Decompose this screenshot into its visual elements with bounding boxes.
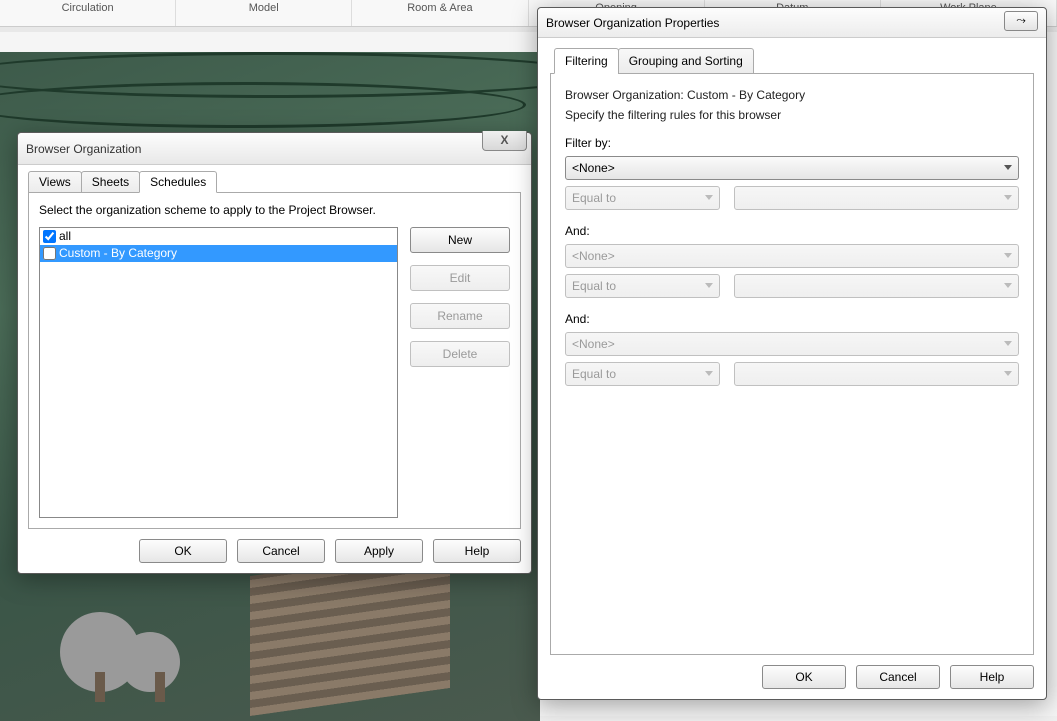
delete-button[interactable]: Delete (410, 341, 510, 367)
chevron-down-icon (1004, 253, 1012, 258)
scheme-label: all (59, 228, 71, 245)
filter-by-combo-3[interactable]: <None> (565, 332, 1019, 356)
value-combo-2[interactable] (734, 274, 1019, 298)
dialog-body: Filtering Grouping and Sorting Browser O… (538, 38, 1046, 699)
scheme-checkbox[interactable] (43, 247, 56, 260)
help-button[interactable]: Help (433, 539, 521, 563)
instruction-text: Select the organization scheme to apply … (39, 203, 510, 217)
combo-value: Equal to (572, 367, 616, 381)
chevron-down-icon (705, 283, 713, 288)
tab-sheets[interactable]: Sheets (81, 171, 140, 193)
combo-value: <None> (572, 337, 615, 351)
cancel-button[interactable]: Cancel (237, 539, 325, 563)
tabs: Filtering Grouping and Sorting (554, 48, 1034, 74)
tab-views[interactable]: Views (28, 171, 82, 193)
chevron-down-icon (1004, 165, 1012, 170)
cancel-button[interactable]: Cancel (856, 665, 940, 689)
dialog-title: Browser Organization Properties (546, 16, 719, 30)
edit-button[interactable]: Edit (410, 265, 510, 291)
tab-panel: Browser Organization: Custom - By Catego… (550, 73, 1034, 655)
scheme-checkbox[interactable] (43, 230, 56, 243)
tab-grouping-sorting[interactable]: Grouping and Sorting (618, 48, 754, 74)
combo-value: <None> (572, 249, 615, 263)
chevron-down-icon (1004, 371, 1012, 376)
scheme-list[interactable]: all Custom - By Category (39, 227, 398, 518)
chevron-down-icon (1004, 283, 1012, 288)
dialog-footer: OK Cancel Apply Help (28, 529, 521, 563)
ribbon-group-circulation: Circulation (0, 0, 176, 26)
value-combo-3[interactable] (734, 362, 1019, 386)
combo-value: Equal to (572, 191, 616, 205)
filter-by-combo-2[interactable]: <None> (565, 244, 1019, 268)
tabs: Views Sheets Schedules (28, 171, 521, 193)
combo-value: Equal to (572, 279, 616, 293)
dialog-titlebar[interactable]: Browser Organization Properties ⤳ (538, 8, 1046, 38)
ribbon-group-model: Model (176, 0, 352, 26)
subheading-text: Specify the filtering rules for this bro… (565, 108, 1019, 122)
help-button[interactable]: Help (950, 665, 1034, 689)
browser-organization-properties-dialog: Browser Organization Properties ⤳ Filter… (537, 7, 1047, 700)
filter-row: Equal to (565, 362, 1019, 386)
filter-row: Equal to (565, 274, 1019, 298)
dialog-body: Views Sheets Schedules Select the organi… (18, 165, 531, 573)
chevron-down-icon (705, 195, 713, 200)
new-button[interactable]: New (410, 227, 510, 253)
chevron-down-icon (1004, 195, 1012, 200)
filter-by-label: Filter by: (565, 136, 1019, 150)
tree-icon (120, 632, 180, 692)
rename-button[interactable]: Rename (410, 303, 510, 329)
scheme-label: Custom - By Category (59, 245, 177, 262)
dialog-titlebar[interactable]: Browser Organization X (18, 133, 531, 165)
tab-panel: Select the organization scheme to apply … (28, 192, 521, 529)
ok-button[interactable]: OK (762, 665, 846, 689)
browser-organization-dialog: Browser Organization X Views Sheets Sche… (17, 132, 532, 574)
chevron-down-icon (705, 371, 713, 376)
operator-combo-1[interactable]: Equal to (565, 186, 720, 210)
tab-schedules[interactable]: Schedules (139, 171, 217, 193)
close-button[interactable]: X (482, 131, 527, 151)
filter-row: Equal to (565, 186, 1019, 210)
operator-combo-2[interactable]: Equal to (565, 274, 720, 298)
filter-by-combo-1[interactable]: <None> (565, 156, 1019, 180)
dialog-title: Browser Organization (26, 142, 523, 156)
operator-combo-3[interactable]: Equal to (565, 362, 720, 386)
apply-button[interactable]: Apply (335, 539, 423, 563)
value-combo-1[interactable] (734, 186, 1019, 210)
and-label-1: And: (565, 224, 1019, 238)
close-button[interactable]: ⤳ (1004, 11, 1038, 31)
dialog-footer: OK Cancel Help (550, 655, 1034, 689)
heading-text: Browser Organization: Custom - By Catego… (565, 88, 1019, 102)
tab-filtering[interactable]: Filtering (554, 48, 619, 74)
list-item[interactable]: Custom - By Category (40, 245, 397, 262)
chevron-down-icon (1004, 341, 1012, 346)
side-buttons: New Edit Rename Delete (410, 227, 510, 518)
ok-button[interactable]: OK (139, 539, 227, 563)
scheme-row: all Custom - By Category New Edit Rename… (39, 227, 510, 518)
combo-value: <None> (572, 161, 615, 175)
and-label-2: And: (565, 312, 1019, 326)
list-item[interactable]: all (40, 228, 397, 245)
ribbon-group-room-area: Room & Area (352, 0, 528, 26)
